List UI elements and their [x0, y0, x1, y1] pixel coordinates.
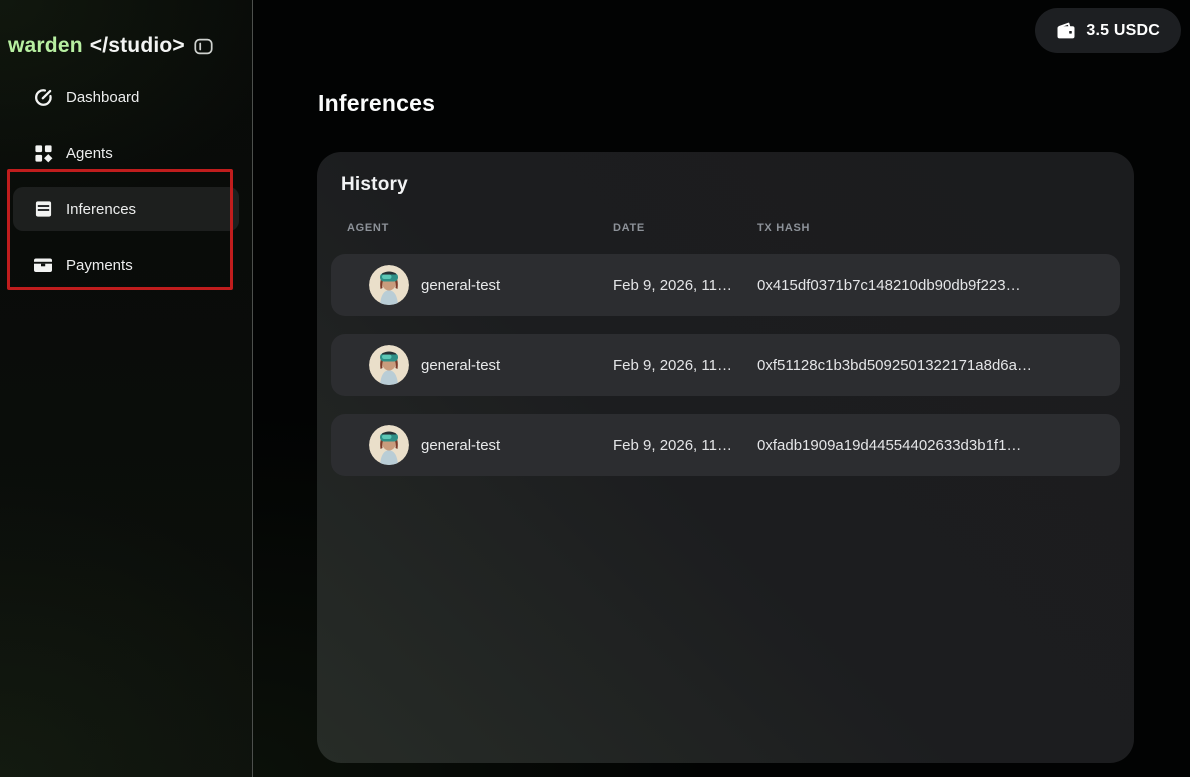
agent-avatar — [369, 265, 409, 305]
agent-avatar — [369, 345, 409, 385]
sidebar-item-label: Agents — [66, 145, 113, 162]
sidebar-item-label: Inferences — [66, 201, 136, 218]
gauge-icon — [33, 87, 53, 107]
sidebar: warden </studio> Dashboard — [0, 0, 253, 777]
wallet-icon — [33, 255, 53, 275]
wallet-balance-button[interactable]: 3.5 USDC — [1035, 8, 1181, 53]
rows-icon — [33, 199, 53, 219]
history-card-title: History — [341, 174, 1134, 196]
agent-avatar — [369, 425, 409, 465]
agent-cell: general-test — [347, 425, 613, 465]
wallet-balance-text: 3.5 USDC — [1086, 22, 1160, 40]
tx-hash: 0x415df0371b7c148210db90db9f223… — [757, 277, 1104, 294]
sidebar-item-agents[interactable]: Agents — [13, 131, 239, 175]
inference-date: Feb 9, 2026, 11… — [613, 277, 757, 294]
logo-text-studio: </studio> — [90, 34, 185, 58]
agent-cell: general-test — [347, 265, 613, 305]
grid-icon — [33, 143, 53, 163]
sidebar-item-label: Dashboard — [66, 89, 139, 106]
tx-hash: 0xfadb1909a19d44554402633d3b1f1… — [757, 437, 1104, 454]
agent-name: general-test — [421, 437, 500, 454]
main-content: 3.5 USDC Inferences History AGENT DATE T… — [253, 0, 1190, 777]
sidebar-item-label: Payments — [66, 257, 133, 274]
page-title: Inferences — [318, 90, 435, 117]
table-row[interactable]: general-test Feb 9, 2026, 11… 0x415df037… — [331, 254, 1120, 316]
table-row[interactable]: general-test Feb 9, 2026, 11… 0xfadb1909… — [331, 414, 1120, 476]
sidebar-collapse-icon[interactable] — [194, 38, 213, 55]
inference-date: Feb 9, 2026, 11… — [613, 357, 757, 374]
column-header-txhash: TX HASH — [757, 222, 1104, 234]
table-row[interactable]: general-test Feb 9, 2026, 11… 0xf51128c1… — [331, 334, 1120, 396]
tx-hash: 0xf51128c1b3bd5092501322171a8d6a… — [757, 357, 1104, 374]
agent-name: general-test — [421, 357, 500, 374]
history-table-header: AGENT DATE TX HASH — [317, 222, 1134, 234]
history-card: History AGENT DATE TX HASH — [317, 152, 1134, 763]
sidebar-nav: Dashboard Agents Inferenc — [0, 75, 252, 287]
agent-name: general-test — [421, 277, 500, 294]
logo-text-warden: warden — [8, 34, 83, 58]
sidebar-item-dashboard[interactable]: Dashboard — [13, 75, 239, 119]
inference-date: Feb 9, 2026, 11… — [613, 437, 757, 454]
sidebar-item-inferences[interactable]: Inferences — [13, 187, 239, 231]
column-header-date: DATE — [613, 222, 757, 234]
wallet-icon — [1056, 22, 1076, 40]
column-header-agent: AGENT — [347, 222, 613, 234]
sidebar-item-payments[interactable]: Payments — [13, 243, 239, 287]
app-logo: warden </studio> — [0, 0, 252, 70]
history-rows: general-test Feb 9, 2026, 11… 0x415df037… — [331, 254, 1120, 476]
agent-cell: general-test — [347, 345, 613, 385]
